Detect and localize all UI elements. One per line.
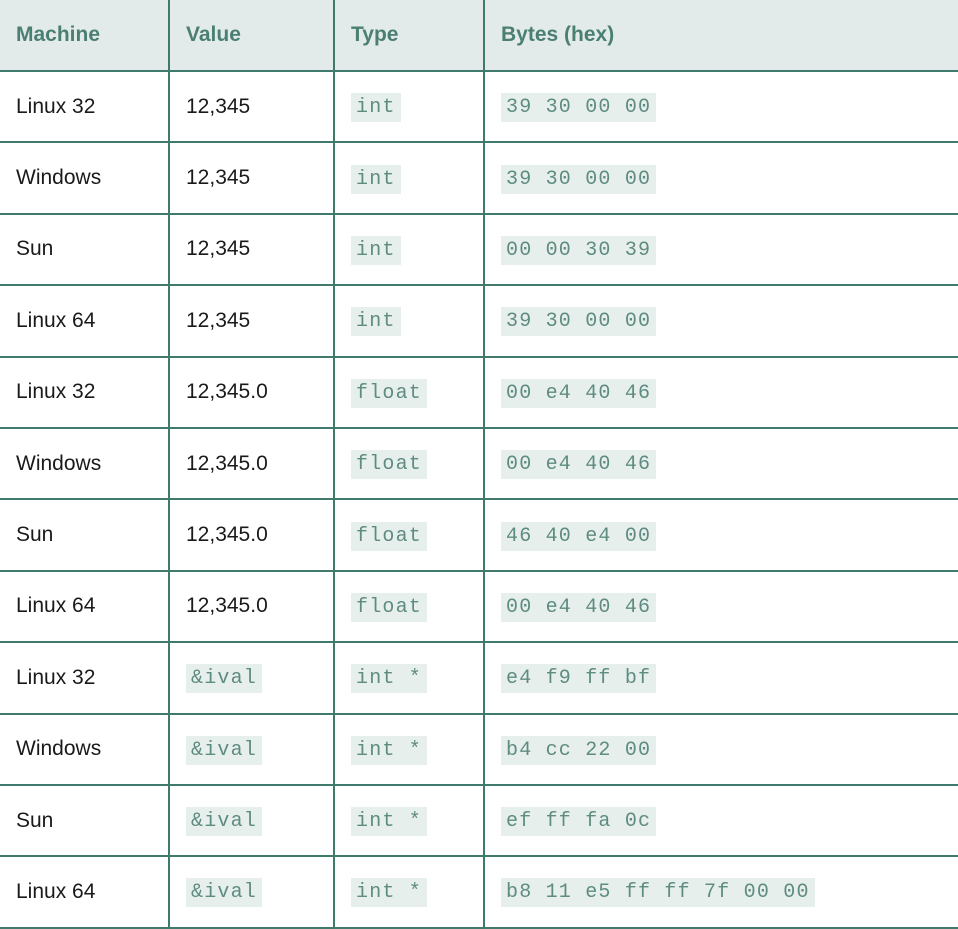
cell-value: 12,345.0 [168, 426, 335, 501]
cell-type: float [333, 569, 485, 644]
cell-value: &ival [168, 712, 335, 786]
cell-machine: Linux 64 [0, 855, 170, 929]
type-code: int [351, 93, 401, 123]
cell-machine: Sun [0, 212, 170, 287]
table-row: Linux 32 12,345 int 39 30 00 00 [0, 69, 958, 144]
table-row: Linux 64 &ival int * b8 11 e5 ff ff 7f 00 0… [0, 855, 958, 929]
bytes-code: 00 e4 40 46 [501, 450, 657, 480]
table-row: Linux 64 12,345.0 float 00 e4 40 46 [0, 569, 958, 644]
cell-bytes: 00 e4 40 46 [483, 355, 958, 429]
cell-machine: Sun [0, 498, 170, 572]
cell-value: 12,345 [168, 284, 335, 358]
table-row: Linux 32 &ival int * e4 f9 ff bf [0, 641, 958, 715]
value-code: &ival [186, 735, 263, 765]
header-type: Type [333, 0, 485, 72]
value-code: &ival [186, 878, 263, 908]
cell-bytes: 46 40 e4 00 [483, 498, 958, 572]
table-row: Sun &ival int * ef ff fa 0c [0, 783, 958, 858]
cell-type: float [333, 355, 485, 429]
cell-bytes: 39 30 00 00 [483, 69, 958, 144]
type-code: float [351, 378, 428, 408]
cell-machine: Linux 64 [0, 284, 170, 358]
cell-bytes: b8 11 e5 ff ff 7f 00 00 [483, 855, 958, 929]
cell-value: 12,345.0 [168, 498, 335, 572]
bytes-code: b4 cc 22 00 [501, 735, 657, 765]
type-code: float [351, 521, 428, 551]
bytes-code: 39 30 00 00 [501, 93, 657, 123]
cell-value: 12,345 [168, 212, 335, 287]
header-value: Value [168, 0, 335, 72]
bytes-code: b8 11 e5 ff ff 7f 00 00 [501, 878, 815, 908]
cell-value: 12,345.0 [168, 569, 335, 644]
cell-type: int [333, 284, 485, 358]
cell-bytes: 00 00 30 39 [483, 212, 958, 287]
cell-machine: Linux 32 [0, 69, 170, 144]
cell-bytes: ef ff fa 0c [483, 783, 958, 858]
cell-bytes: 39 30 00 00 [483, 141, 958, 215]
header-machine: Machine [0, 0, 170, 72]
type-code: float [351, 592, 428, 622]
table-row: Windows &ival int * b4 cc 22 00 [0, 712, 958, 786]
cell-type: float [333, 498, 485, 572]
cell-value: &ival [168, 855, 335, 929]
cell-type: int * [333, 783, 485, 858]
cell-value: 12,345 [168, 69, 335, 144]
table-row: Windows 12,345 int 39 30 00 00 [0, 141, 958, 215]
cell-value: &ival [168, 783, 335, 858]
table-body: Linux 32 12,345 int 39 30 00 00 Windows 12,34… [0, 69, 958, 929]
table-row: Linux 64 12,345 int 39 30 00 00 [0, 284, 958, 358]
byte-representation-table: Machine Value Type Bytes (hex) Linux 32 1… [0, 0, 958, 929]
cell-type: int [333, 141, 485, 215]
table-row: Sun 12,345 int 00 00 30 39 [0, 212, 958, 287]
cell-bytes: b4 cc 22 00 [483, 712, 958, 786]
type-code: float [351, 450, 428, 480]
cell-value: &ival [168, 641, 335, 715]
table-row: Linux 32 12,345.0 float 00 e4 40 46 [0, 355, 958, 429]
type-code: int * [351, 878, 428, 908]
cell-bytes: 00 e4 40 46 [483, 426, 958, 501]
type-code: int [351, 235, 401, 265]
cell-value: 12,345 [168, 141, 335, 215]
cell-machine: Sun [0, 783, 170, 858]
cell-machine: Linux 32 [0, 355, 170, 429]
cell-bytes: e4 f9 ff bf [483, 641, 958, 715]
bytes-code: 39 30 00 00 [501, 307, 657, 337]
bytes-code: e4 f9 ff bf [501, 664, 657, 694]
cell-type: int * [333, 855, 485, 929]
cell-machine: Windows [0, 141, 170, 215]
type-code: int * [351, 664, 428, 694]
cell-type: float [333, 426, 485, 501]
value-code: &ival [186, 807, 263, 837]
cell-bytes: 00 e4 40 46 [483, 569, 958, 644]
cell-machine: Windows [0, 426, 170, 501]
cell-machine: Linux 32 [0, 641, 170, 715]
bytes-code: 46 40 e4 00 [501, 521, 657, 551]
cell-type: int [333, 212, 485, 287]
bytes-code: 39 30 00 00 [501, 164, 657, 194]
type-code: int [351, 307, 401, 337]
type-code: int * [351, 807, 428, 837]
type-code: int * [351, 735, 428, 765]
bytes-code: ef ff fa 0c [501, 807, 657, 837]
type-code: int [351, 164, 401, 194]
cell-type: int * [333, 641, 485, 715]
cell-value: 12,345.0 [168, 355, 335, 429]
cell-machine: Linux 64 [0, 569, 170, 644]
bytes-code: 00 00 30 39 [501, 235, 657, 265]
header-bytes: Bytes (hex) [483, 0, 958, 72]
bytes-code: 00 e4 40 46 [501, 378, 657, 408]
cell-type: int [333, 69, 485, 144]
cell-machine: Windows [0, 712, 170, 786]
table-row: Sun 12,345.0 float 46 40 e4 00 [0, 498, 958, 572]
header-row: Machine Value Type Bytes (hex) [0, 0, 958, 72]
bytes-code: 00 e4 40 46 [501, 592, 657, 622]
cell-type: int * [333, 712, 485, 786]
table-row: Windows 12,345.0 float 00 e4 40 46 [0, 426, 958, 501]
value-code: &ival [186, 664, 263, 694]
cell-bytes: 39 30 00 00 [483, 284, 958, 358]
table-header: Machine Value Type Bytes (hex) [0, 0, 958, 72]
